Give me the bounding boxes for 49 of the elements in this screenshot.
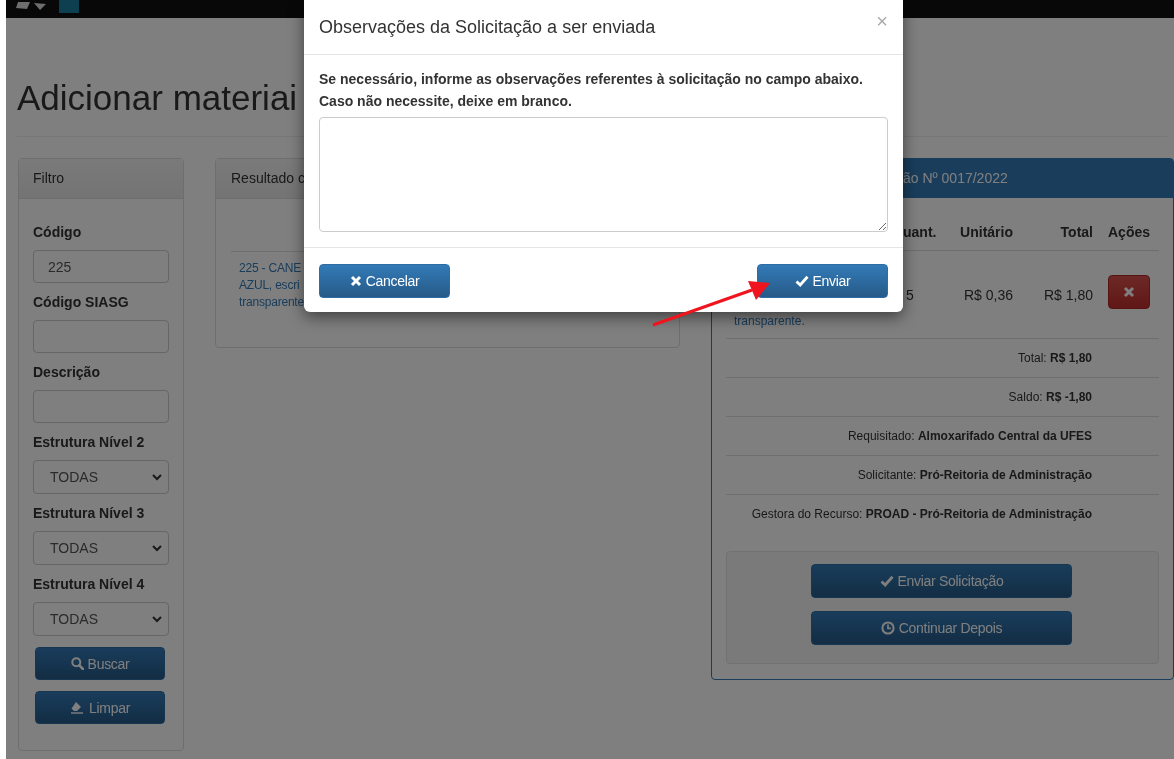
cancel-button[interactable]: Cancelar — [319, 264, 450, 298]
field-label: Código SIASG — [33, 293, 130, 312]
modal-message: Se necessário, informe as observações referentes à solicitação no campo abaixo. Caso não necessite, deixe em branco. — [319, 70, 864, 111]
table-cell-text: 5 — [905, 286, 914, 303]
page-title: Adicionar materiai — [17, 78, 298, 118]
summary-text: Total: R$ 1,80 — [1017, 351, 1092, 365]
item-link[interactable]: 225 - CANE AZUL, escri transparente — [239, 260, 304, 311]
column-header: Unitário — [960, 223, 1013, 240]
field-label: Estrutura Nível 2 — [33, 433, 146, 452]
send-button[interactable]: Enviar — [757, 264, 888, 298]
table-cell: R$ 1,80 — [1043, 286, 1093, 303]
summary-text: Requisitado: Almoxarifado Central da UFES — [847, 429, 1092, 443]
column-header: Total — [1060, 223, 1093, 240]
dropdown[interactable]: TODAS — [33, 460, 169, 494]
field-label: Descrição — [33, 363, 101, 382]
clock-icon — [880, 621, 895, 635]
field-label: Estrutura Nível 4 — [33, 575, 146, 594]
field-label: Código — [33, 223, 83, 242]
x-icon — [1123, 285, 1135, 298]
continue-later-button[interactable]: Continuar Depois — [811, 611, 1072, 645]
item-description[interactable]: transparente. — [734, 314, 805, 328]
input-field[interactable] — [33, 320, 169, 353]
dropdown[interactable]: TODAS — [33, 531, 169, 565]
modal-title: Observações da Solicitação a ser enviada — [319, 16, 656, 38]
chevron-icon — [152, 473, 162, 481]
submit-request-button[interactable]: Enviar Solicitação — [811, 564, 1072, 598]
summary-text: Gestora do Recurso: PROAD - Pró-Reitoria de Administração — [751, 507, 1092, 521]
field-label: Estrutura Nível 3 — [33, 504, 146, 523]
search-icon — [70, 657, 84, 670]
chevron-icon — [152, 544, 162, 552]
eraser-icon — [70, 701, 85, 714]
table-cell: R$ 0,36 — [963, 286, 1013, 303]
delete-button[interactable] — [1108, 274, 1150, 309]
observations-field[interactable] — [319, 117, 888, 232]
chevron-icon — [152, 615, 162, 623]
close-button[interactable]: × — [876, 9, 888, 33]
dropdown[interactable]: TODAS — [33, 602, 169, 636]
column-header: uant. — [903, 223, 937, 240]
clear-button[interactable]: Limpar — [35, 691, 165, 724]
checkmark-icon — [794, 275, 809, 287]
panel-header: Filtro — [19, 159, 183, 199]
input-field[interactable]: 225 — [33, 250, 169, 283]
checkmark-icon — [879, 575, 894, 587]
summary-text: Solicitante: Pró-Reitoria de Administração — [857, 468, 1092, 482]
input-field[interactable] — [33, 390, 169, 423]
summary-text: Saldo: R$ -1,80 — [1008, 390, 1092, 404]
column-header: Ações — [1108, 223, 1151, 240]
search-button[interactable]: Buscar — [35, 647, 165, 680]
x-icon — [349, 275, 362, 287]
